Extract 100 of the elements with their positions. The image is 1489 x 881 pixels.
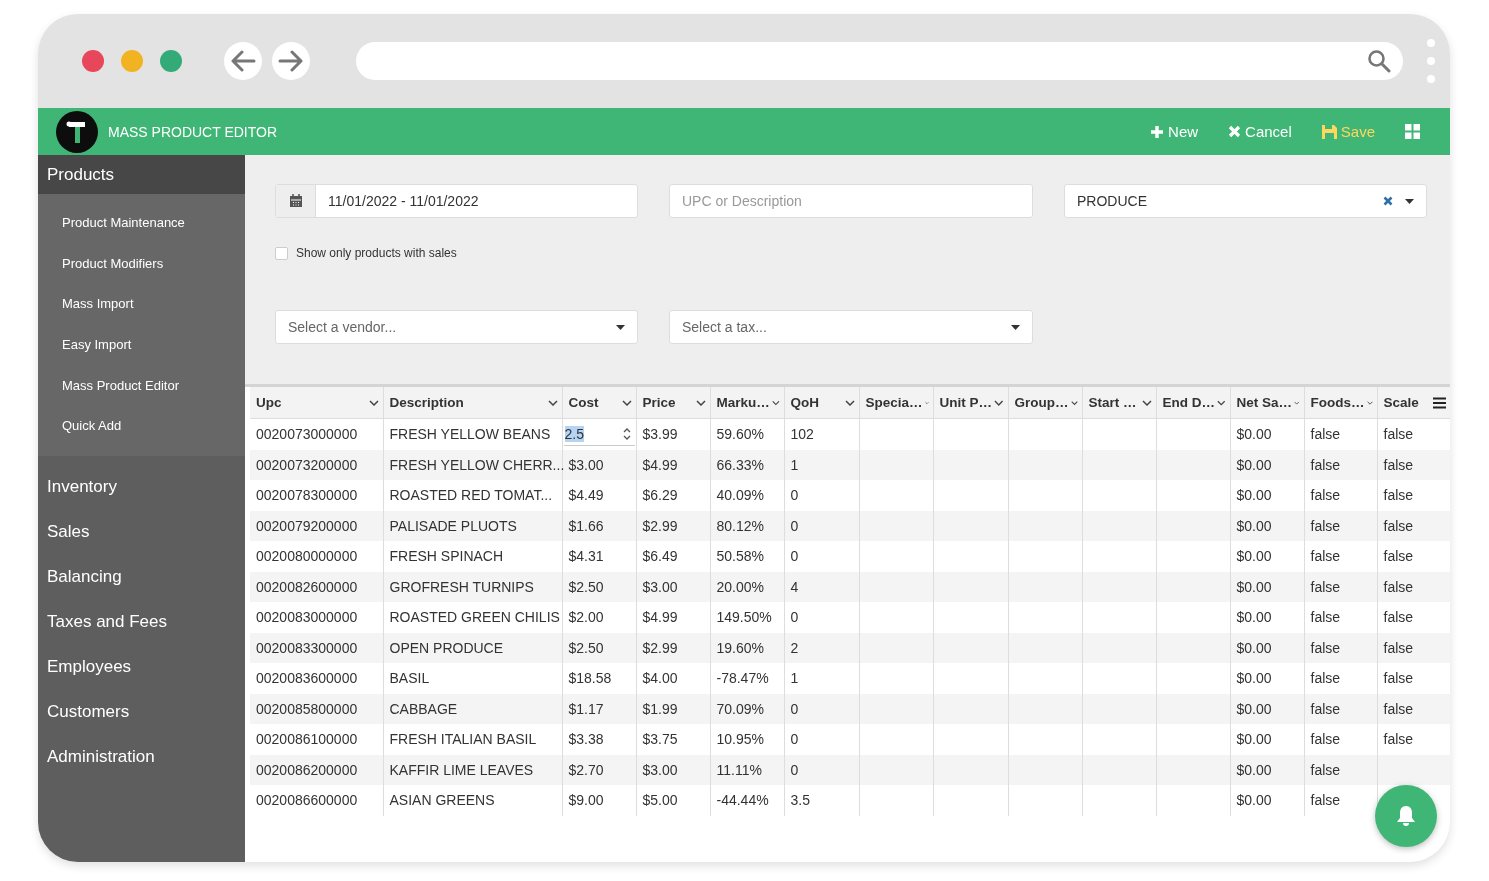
sidebar-section[interactable]: Balancing	[38, 554, 245, 600]
vendor-select[interactable]: Select a vendor...	[275, 310, 638, 344]
back-arrow-icon	[230, 50, 256, 72]
table-cell: $0.00	[1230, 571, 1304, 602]
minimize-window-dot[interactable]	[121, 50, 143, 72]
table-cell: false	[1377, 724, 1450, 755]
clear-icon[interactable]	[1383, 196, 1393, 206]
table-cell: 102	[784, 418, 859, 450]
forward-button[interactable]	[272, 42, 310, 80]
sidebar-item[interactable]: Mass Product Editor	[38, 364, 245, 406]
table-cell: 0020082600000	[250, 571, 383, 602]
column-header[interactable]: Description	[383, 387, 562, 419]
table-cell: 0020086100000	[250, 724, 383, 755]
table-cell: 0	[784, 510, 859, 541]
menu-icon[interactable]	[1432, 396, 1446, 409]
table-cell: 4	[784, 571, 859, 602]
table-cell: $0.00	[1230, 693, 1304, 724]
sidebar-item[interactable]: Product Modifiers	[38, 242, 245, 284]
column-header[interactable]: Price	[636, 387, 710, 419]
table-cell: 0020079200000	[250, 510, 383, 541]
chevron-down-icon	[1366, 399, 1373, 406]
table-cell: false	[1304, 449, 1377, 480]
column-header[interactable]: End D…	[1156, 387, 1230, 419]
table-cell: PALISADE PLUOTS	[383, 510, 562, 541]
grid-icon[interactable]	[1405, 124, 1420, 139]
sidebar-section[interactable]: Customers	[38, 689, 245, 735]
table-cell: 0	[784, 754, 859, 785]
table-cell: 1	[784, 663, 859, 694]
chevron-down-icon	[695, 399, 706, 406]
table-cell: false	[1377, 418, 1450, 450]
sidebar-section[interactable]: Taxes and Fees	[38, 599, 245, 645]
table-cell: false	[1304, 480, 1377, 511]
more-menu-icon[interactable]	[1427, 39, 1435, 83]
table-cell: $2.99	[636, 510, 710, 541]
category-select[interactable]: PRODUCE	[1064, 184, 1427, 218]
column-header[interactable]: Marku…	[710, 387, 784, 419]
chevron-down-icon	[1070, 399, 1078, 406]
table-cell: $3.00	[636, 754, 710, 785]
back-button[interactable]	[224, 42, 262, 80]
table-cell: $2.00	[562, 602, 636, 633]
sidebar-section[interactable]: Employees	[38, 644, 245, 690]
chevron-down-icon	[994, 399, 1004, 406]
table-cell: false	[1304, 754, 1377, 785]
sidebar-section[interactable]: Sales	[38, 509, 245, 555]
table-cell: $4.00	[636, 663, 710, 694]
table-cell: false	[1304, 663, 1377, 694]
column-header[interactable]: Scale	[1377, 387, 1450, 419]
date-range-field[interactable]: 11/01/2022 - 11/01/2022	[275, 184, 638, 218]
notifications-button[interactable]	[1375, 785, 1437, 847]
table-cell: 0020085800000	[250, 693, 383, 724]
sidebar-item[interactable]: Product Maintenance	[38, 202, 245, 243]
sidebar-section[interactable]: Administration	[38, 734, 245, 780]
chevron-down-icon	[924, 399, 929, 406]
table-cell: 0020078300000	[250, 480, 383, 511]
table-cell: 0	[784, 602, 859, 633]
table-cell: false	[1377, 541, 1450, 572]
sidebar-item[interactable]: Easy Import	[38, 324, 245, 365]
tax-select[interactable]: Select a tax...	[669, 310, 1033, 344]
table-cell: FRESH YELLOW CHERR...	[383, 449, 562, 480]
chevron-down-icon	[368, 399, 379, 406]
table-cell: -78.47%	[710, 663, 784, 694]
column-header[interactable]: Start …	[1082, 387, 1156, 419]
table-cell: 59.60%	[710, 418, 784, 450]
table-cell: 0020086600000	[250, 785, 383, 816]
table-cell: 1	[784, 449, 859, 480]
chevron-down-icon	[547, 399, 558, 406]
column-header[interactable]: Upc	[250, 387, 383, 419]
table-cell: $4.99	[636, 602, 710, 633]
table-cell: CABBAGE	[383, 693, 562, 724]
sidebar-item[interactable]: Quick Add	[38, 405, 245, 447]
checkbox[interactable]	[275, 246, 288, 260]
table-cell: $1.99	[636, 693, 710, 724]
column-header[interactable]: Unit P…	[933, 387, 1008, 419]
table-cell: $2.99	[636, 632, 710, 663]
maximize-window-dot[interactable]	[160, 50, 182, 72]
table-cell: $5.00	[636, 785, 710, 816]
column-header[interactable]: Net Sa…	[1230, 387, 1304, 419]
table-cell: 0020083600000	[250, 663, 383, 694]
table-cell: $0.00	[1230, 785, 1304, 816]
spinner-icon[interactable]	[622, 426, 631, 441]
sidebar-item[interactable]: Mass Import	[38, 283, 245, 325]
column-header[interactable]: Cost	[562, 387, 636, 419]
table-cell: $2.50	[562, 632, 636, 663]
table-cell: false	[1304, 632, 1377, 663]
column-header[interactable]: Foods…	[1304, 387, 1377, 419]
table-cell: $3.75	[636, 724, 710, 755]
table-cell: 0	[784, 724, 859, 755]
table-cell: $6.29	[636, 480, 710, 511]
sidebar-section[interactable]: Products	[38, 155, 245, 194]
table-cell: 0020086200000	[250, 754, 383, 785]
table-cell: $6.49	[636, 541, 710, 572]
close-window-dot[interactable]	[82, 50, 104, 72]
table-cell: $4.99	[636, 449, 710, 480]
column-header[interactable]: Specia…	[859, 387, 933, 419]
column-header[interactable]: QoH	[784, 387, 859, 419]
table-cell: false	[1304, 693, 1377, 724]
table-cell: 80.12%	[710, 510, 784, 541]
search-field[interactable]: UPC or Description	[669, 184, 1033, 218]
column-header[interactable]: Group…	[1008, 387, 1082, 419]
sidebar-section[interactable]: Inventory	[38, 464, 245, 510]
